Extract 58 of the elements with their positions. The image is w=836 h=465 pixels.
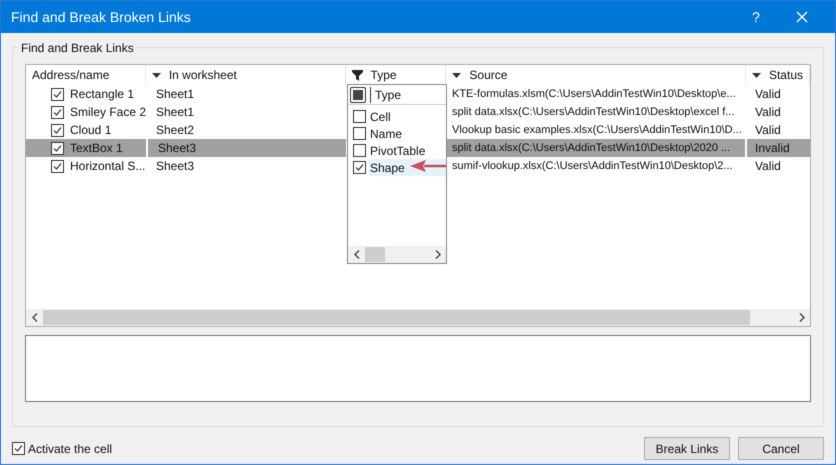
table-cell-text: Valid [754,122,782,139]
table-cell[interactable]: Cloud 1 [26,121,146,139]
close-icon [796,11,808,23]
table-cell-text: Sheet3 [155,158,196,175]
filter-icon[interactable] [352,70,363,80]
cell-text: TextBox 1 [70,140,123,157]
checkbox[interactable] [12,442,25,455]
checkbox[interactable] [353,144,366,157]
dropdown-arrow-icon[interactable] [752,72,761,78]
cell-text: Rectangle 1 [70,86,134,103]
table-cell[interactable]: TextBox 1 [26,139,146,157]
arrow-icon [410,160,446,172]
checkbox[interactable] [51,106,64,118]
dropdown-arrow-icon[interactable] [452,72,462,78]
table-cell-text: Valid [754,158,782,175]
window-title: Find and Break Broken Links [11,8,192,26]
checkbox[interactable] [51,142,64,154]
table-cell-text: Valid [754,86,782,103]
scrollbar-thumb[interactable] [43,310,750,325]
table-cell-text: split data.xlsx(C:\Users\AddinTestWin10\Desktop\excel f... [451,104,736,120]
cell-text: Cloud 1 [70,122,112,139]
table-cell-text: sumif-vlookup.xlsx(C:\Users\AddinTestWin10\Desktop\2... [451,158,734,174]
table-cell: Invalid [747,139,810,157]
dialog-button[interactable]: Cancel [738,437,824,460]
cell-text: Horizontal S... [70,158,146,175]
checkbox[interactable] [353,127,366,140]
filter-option[interactable]: Cell [369,108,446,125]
column-header[interactable]: Source [446,65,746,85]
table-cell: Sheet3 [146,139,346,157]
column-header[interactable]: Address/name [26,65,146,85]
scrollbar-thumb[interactable] [365,247,385,262]
checkbox[interactable] [51,88,64,100]
column-header[interactable]: In worksheet [146,65,346,85]
table-cell-text: Sheet1 [155,86,196,103]
column-header[interactable]: Status [746,65,810,85]
table-cell-text: KTE-formulas.xlsm(C:\Users\AddinTestWin10\Desktop\e... [451,86,737,102]
filter-option[interactable]: PivotTable [369,142,446,159]
table-cell[interactable]: Smiley Face 2 [26,103,146,121]
help-button[interactable]: ? [733,1,779,33]
table-cell[interactable]: Rectangle 1 [26,85,146,103]
checkbox[interactable] [353,110,366,123]
checkbox[interactable] [353,161,366,174]
table-cell: split data.xlsx(C:\Users\AddinTestWin10\Desktop\2020 ... [447,139,747,157]
table-cell-text: Vlookup basic examples.xlsx(C:\Users\AddinTestWin10\D... [451,122,743,138]
checkbox-label: Activate the cell [28,440,112,458]
cell-text: Smiley Face 2 [70,104,146,121]
menu-scrollbar[interactable] [348,246,446,263]
select-all-checkbox[interactable] [350,86,366,102]
table-cell[interactable]: Horizontal S... [26,157,146,175]
filter-header-label: Type [375,86,402,104]
table-cell-text: Sheet2 [155,122,196,139]
table-cell-text: Valid [754,104,782,121]
checkbox[interactable] [51,124,64,136]
filter-option[interactable]: Name [369,125,446,142]
checkbox[interactable] [51,160,64,172]
table-cell-text: Sheet1 [155,104,196,121]
dropdown-arrow-icon[interactable] [152,72,161,78]
dialog-button[interactable]: Break Links [644,437,730,460]
